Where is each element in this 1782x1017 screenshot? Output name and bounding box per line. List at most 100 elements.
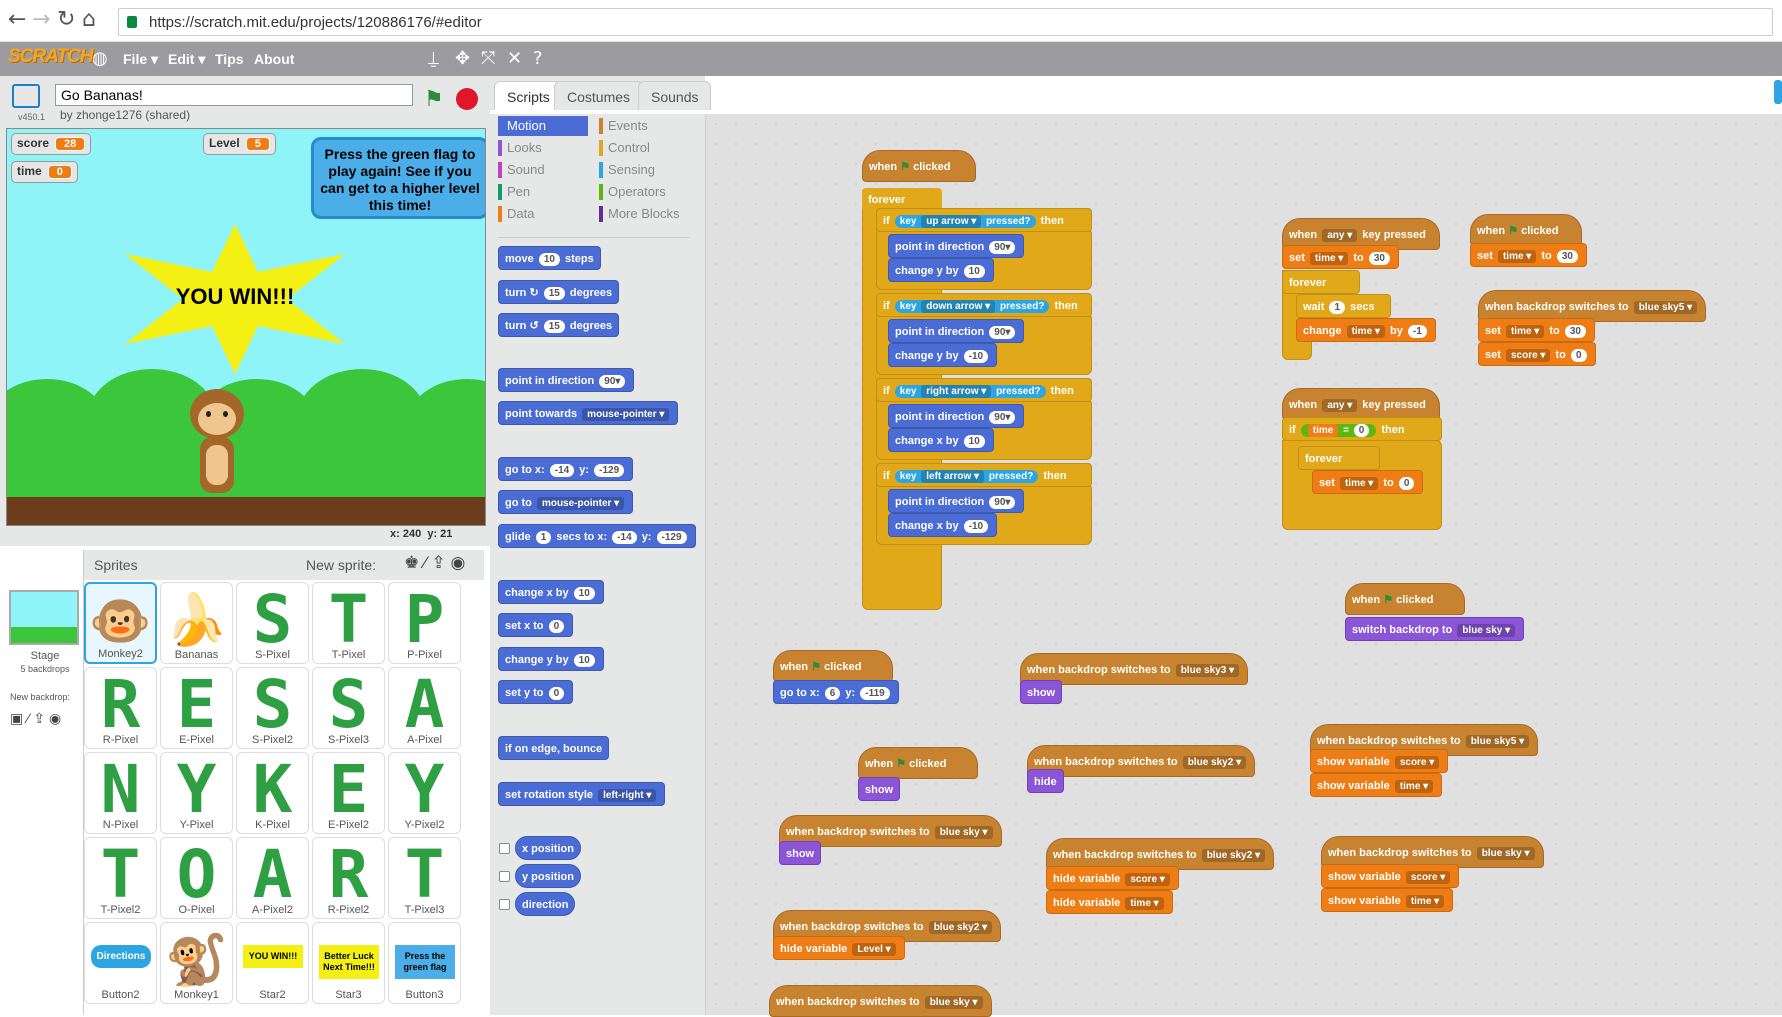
shrink-icon[interactable]: ✕ xyxy=(507,48,522,69)
direction-input[interactable]: 90▾ xyxy=(989,326,1016,339)
var-dropdown[interactable]: time ▾ xyxy=(1497,250,1537,263)
sprite-thumbnail[interactable]: T T-Pixel3 xyxy=(388,837,461,919)
when-flag-clicked-hat-3[interactable]: when ⚑ clicked xyxy=(1345,583,1465,615)
change-time-block[interactable]: change time ▾ by -1 xyxy=(1296,318,1436,342)
change-y-block[interactable]: change y by 10 xyxy=(888,258,994,282)
about-menu[interactable]: About xyxy=(254,51,294,67)
if-key-right-block[interactable]: if key right arrow ▾ pressed? then xyxy=(876,378,1092,402)
change-input[interactable]: 10 xyxy=(963,265,985,278)
key-dropdown[interactable]: any ▾ xyxy=(1322,399,1358,412)
hide-block[interactable]: hide xyxy=(1027,769,1064,793)
sprite-thumbnail[interactable]: Press the green flag Button3 xyxy=(388,922,461,1004)
globe-icon[interactable]: ◍ xyxy=(92,48,108,69)
backdrop-dropdown[interactable]: blue sky ▾ xyxy=(1457,624,1516,637)
sprite-thumbnail[interactable]: E E-Pixel xyxy=(160,667,233,749)
change-y-block[interactable]: change y by -10 xyxy=(888,343,998,367)
hide-variable-score-block[interactable]: hide variable score ▾ xyxy=(1046,866,1179,890)
instructions-bubble[interactable]: Press the green flag to play again! See … xyxy=(311,137,485,219)
key-pressed-sensor[interactable]: key up arrow ▾ pressed? xyxy=(894,215,1036,228)
sprite-thumbnail[interactable]: Y Y-Pixel xyxy=(160,752,233,834)
sprite-thumbnail[interactable]: 🐒 Monkey1 xyxy=(160,922,233,1004)
sprite-thumbnail[interactable]: E E-Pixel2 xyxy=(312,752,385,834)
if-key-left-block[interactable]: if key left arrow ▾ pressed? then xyxy=(876,463,1092,487)
stop-icon[interactable] xyxy=(456,88,478,110)
sprite-thumbnail[interactable]: T T-Pixel2 xyxy=(84,837,157,919)
sprite-thumbnail[interactable]: Y Y-Pixel2 xyxy=(388,752,461,834)
address-bar[interactable]: https://scratch.mit.edu/projects/1208861… xyxy=(118,8,1773,36)
category-sound[interactable]: Sound xyxy=(498,160,553,180)
category-events[interactable]: Events xyxy=(599,116,656,136)
palette-goto-block[interactable]: go to mouse-pointer ▾ xyxy=(498,490,634,514)
palette-change-x-block[interactable]: change x by 10 xyxy=(498,580,604,604)
sprite-thumbnail[interactable]: Better Luck Next Time!!! Star3 xyxy=(312,922,385,1004)
monkey-sprite[interactable] xyxy=(182,389,252,499)
towards-dropdown[interactable]: mouse-pointer ▾ xyxy=(582,408,670,421)
goto-y-input[interactable]: -129 xyxy=(594,464,625,477)
show-block[interactable]: show xyxy=(1020,680,1063,704)
palette-direction-reporter[interactable]: direction xyxy=(515,892,576,916)
wait-input[interactable]: 1 xyxy=(1329,301,1346,314)
change-x-input[interactable]: 10 xyxy=(573,587,595,600)
var-dropdown[interactable]: time ▾ xyxy=(1394,780,1434,793)
category-looks[interactable]: Looks xyxy=(498,138,550,158)
set-x-input[interactable]: 0 xyxy=(548,620,565,633)
set-time-zero-block[interactable]: set time ▾ to 0 xyxy=(1312,470,1424,494)
show-variable-score-block[interactable]: show variable score ▾ xyxy=(1310,749,1449,773)
value-input[interactable]: 30 xyxy=(1564,325,1586,338)
var-dropdown[interactable]: time ▾ xyxy=(1125,897,1164,910)
equals-operator[interactable]: time = 0 xyxy=(1300,424,1377,437)
show-block-2[interactable]: show xyxy=(858,777,901,801)
backdrop-dropdown[interactable]: blue sky ▾ xyxy=(934,826,993,839)
var-dropdown[interactable]: time ▾ xyxy=(1309,252,1349,265)
category-sensing[interactable]: Sensing xyxy=(599,160,663,180)
when-flag-clicked-hat-4[interactable]: when ⚑ clicked xyxy=(773,650,893,682)
var-dropdown[interactable]: time ▾ xyxy=(1505,325,1545,338)
new-sprite-tools-icons[interactable]: ♚ ⁄ ⇪ ◉ xyxy=(404,553,465,573)
turn-degrees-input[interactable]: 15 xyxy=(543,287,565,300)
category-control[interactable]: Control xyxy=(599,138,658,158)
point-direction-block[interactable]: point in direction 90▾ xyxy=(888,234,1025,258)
point-direction-block[interactable]: point in direction 90▾ xyxy=(888,319,1025,343)
backdrop-tools-icons[interactable]: ▣ ⁄ ⇪ ◉ xyxy=(10,710,61,727)
palette-goto-xy-block[interactable]: go to x: -14 y: -129 xyxy=(498,457,634,481)
backdrop-dropdown[interactable]: blue sky5 ▾ xyxy=(1633,301,1698,314)
category-pen[interactable]: Pen xyxy=(498,182,538,202)
palette-set-y-block[interactable]: set y to 0 xyxy=(498,680,574,704)
if-key-down-block[interactable]: if key down arrow ▾ pressed? then xyxy=(876,293,1092,317)
sprite-thumbnail[interactable]: 🐵 Monkey2 xyxy=(84,582,157,664)
tips-menu[interactable]: Tips xyxy=(215,51,244,67)
show-block-3[interactable]: show xyxy=(779,841,822,865)
forward-icon[interactable]: → xyxy=(32,8,50,32)
set-score-0-block[interactable]: set score ▾ to 0 xyxy=(1478,342,1596,366)
sprite-thumbnail[interactable]: A A-Pixel xyxy=(388,667,461,749)
value-input[interactable]: 30 xyxy=(1556,250,1578,263)
direction-input[interactable]: 90▾ xyxy=(989,496,1016,509)
key-dropdown[interactable]: up arrow ▾ xyxy=(921,215,982,228)
palette-move-block[interactable]: move 10 steps xyxy=(498,246,601,270)
reload-icon[interactable]: ↻ xyxy=(57,8,75,32)
set-y-input[interactable]: 0 xyxy=(548,687,565,700)
stage-thumbnail[interactable] xyxy=(9,590,79,645)
change-input[interactable]: -10 xyxy=(963,350,989,363)
value-input[interactable]: 30 xyxy=(1368,252,1390,265)
backdrop-dropdown[interactable]: blue sky5 ▾ xyxy=(1465,735,1530,748)
goto-dropdown[interactable]: mouse-pointer ▾ xyxy=(536,497,625,510)
hide-variable-time-block[interactable]: hide variable time ▾ xyxy=(1046,890,1173,914)
category-motion[interactable]: Motion xyxy=(498,116,588,136)
x-position-checkbox[interactable] xyxy=(499,843,510,854)
var-dropdown[interactable]: score ▾ xyxy=(1405,871,1451,884)
var-dropdown[interactable]: time ▾ xyxy=(1346,325,1385,338)
sprite-thumbnail[interactable]: R R-Pixel xyxy=(84,667,157,749)
fullscreen-icon[interactable] xyxy=(12,84,40,108)
palette-y-position-reporter[interactable]: y position xyxy=(515,864,581,888)
backdrop-dropdown[interactable]: blue sky ▾ xyxy=(924,996,983,1009)
direction-checkbox[interactable] xyxy=(499,899,510,910)
direction-input[interactable]: 90▾ xyxy=(599,375,626,388)
move-steps-input[interactable]: 10 xyxy=(538,253,560,266)
when-flag-clicked-hat[interactable]: when ⚑ clicked xyxy=(862,150,976,182)
category-data[interactable]: Data xyxy=(498,204,542,224)
sprite-thumbnail[interactable]: Directions Button2 xyxy=(84,922,157,1004)
edit-menu[interactable]: Edit ▾ xyxy=(168,51,205,68)
value-input[interactable]: -1 xyxy=(1407,325,1427,338)
scratch-logo[interactable]: SCRATCH xyxy=(8,46,93,68)
